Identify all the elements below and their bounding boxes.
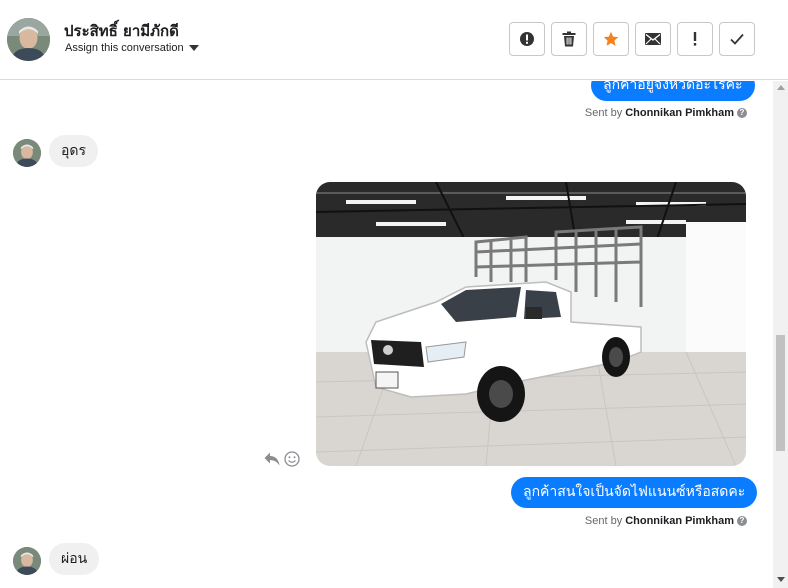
mark-done-button[interactable] (719, 22, 755, 56)
contact-avatar-small[interactable] (13, 547, 41, 575)
sent-by-prefix: Sent by (584, 515, 623, 527)
outgoing-message-bubble: ลูกค้าอยู่จังหวัดอะไรคะ (591, 81, 755, 101)
incoming-message-bubble: อุดร (49, 135, 99, 167)
envelope-icon (645, 33, 661, 45)
emoji-reaction-icon[interactable] (284, 451, 300, 467)
sent-by-label: Sent by Chonnikan Pimkham ? (585, 515, 747, 527)
help-icon[interactable]: ? (737, 516, 747, 526)
assign-label: Assign this conversation (65, 42, 184, 54)
scroll-up-arrow-icon[interactable] (777, 85, 785, 90)
mark-important-button[interactable] (677, 22, 713, 56)
photo-actions (264, 451, 300, 467)
outgoing-message-bubble: ลูกค้าสนใจเป็นจัดไฟแนนซ์หรือสดคะ (511, 477, 758, 508)
scroll-down-arrow-icon[interactable] (777, 577, 785, 582)
scroll-thumb[interactable] (776, 335, 785, 451)
clipped-message-area: ลูกค้าอยู่จังหวัดอะไรคะ (0, 81, 773, 103)
thread-scrollbar[interactable] (773, 81, 788, 588)
photo-attachment[interactable] (316, 182, 746, 466)
sent-by-prefix: Sent by (584, 107, 623, 119)
assign-conversation-dropdown[interactable]: Assign this conversation (65, 42, 199, 54)
alert-circle-icon (520, 32, 534, 46)
contact-avatar[interactable] (7, 18, 50, 61)
contact-avatar-small[interactable] (13, 139, 41, 167)
check-icon (730, 33, 744, 45)
person-photo-icon (13, 547, 41, 575)
caret-down-icon (188, 45, 199, 51)
star-icon (603, 31, 619, 46)
trash-icon (562, 31, 576, 47)
contact-name: ประสิทธิ์ ยามีภักดี (64, 22, 179, 40)
help-icon[interactable]: ? (737, 108, 747, 118)
sender-name: Chonnikan Pimkham (625, 107, 734, 119)
conversation-header: ประสิทธิ์ ยามีภักดี Assign this conversa… (0, 0, 788, 80)
email-button[interactable] (635, 22, 671, 56)
person-photo-icon (13, 139, 41, 167)
exclamation-icon (693, 32, 697, 46)
incoming-message-bubble: ผ่อน (49, 543, 100, 575)
star-button[interactable] (593, 22, 629, 56)
delete-button[interactable] (551, 22, 587, 56)
sender-name: Chonnikan Pimkham (625, 515, 734, 527)
reply-icon[interactable] (264, 452, 280, 466)
pickup-truck-photo (316, 182, 746, 466)
sent-by-label: Sent by Chonnikan Pimkham ? (585, 107, 747, 119)
alert-button[interactable] (509, 22, 545, 56)
person-photo-icon (7, 18, 50, 61)
header-actions (509, 22, 755, 56)
